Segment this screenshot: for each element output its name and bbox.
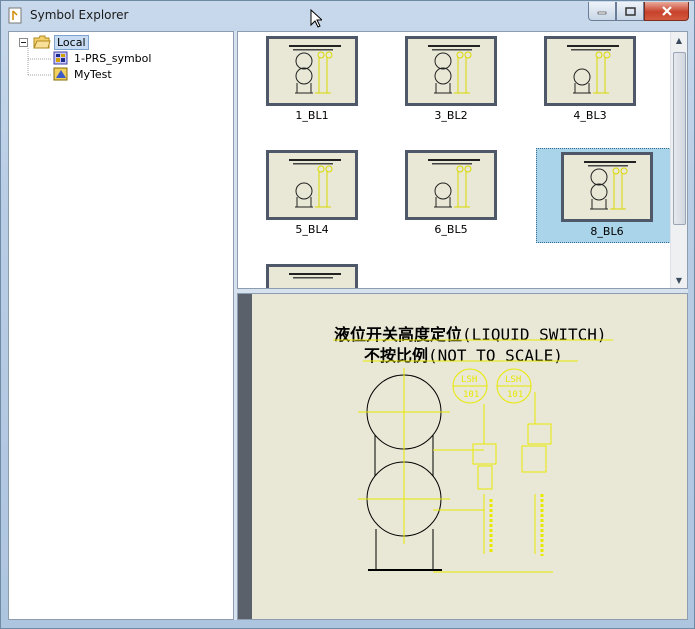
tag-label: 101 (507, 390, 523, 400)
thumbnail-label: 6_BL5 (434, 223, 468, 236)
tag-label: LSH (461, 375, 477, 385)
thumbnail-drawing (269, 39, 355, 103)
symbol-preview: 液位开关高度定位(LIQUID SWITCH) 不按比例(NOT TO SCAL… (237, 293, 688, 620)
thumbnail-drawing (408, 153, 494, 217)
tree-item-label: 1-PRS_symbol (74, 51, 152, 65)
thumbnail-drawing (547, 39, 633, 103)
caption-buttons (588, 2, 689, 21)
thumbnail-label: 8_BL6 (590, 225, 624, 238)
dimension-text (489, 494, 544, 556)
thumbnail-label: 1_BL1 (295, 109, 329, 122)
thumbnail-image (544, 36, 636, 106)
tree-item-label: MyTest (74, 67, 112, 81)
thumbnail-drawing (564, 155, 650, 219)
thumbnail-item[interactable]: 4_BL3 (540, 36, 677, 131)
thumbnail-label: 4_BL3 (573, 109, 607, 122)
thumbnail-label: 3_BL2 (434, 109, 468, 122)
thumbnail-item[interactable]: 1_BL1 (262, 36, 399, 131)
tree-lines (27, 48, 51, 76)
minimize-icon (597, 11, 607, 15)
thumbnail-drawing (408, 39, 494, 103)
thumbnail-image (561, 152, 653, 222)
maximize-button[interactable] (616, 2, 644, 21)
thumbnail-gallery[interactable]: 1_BL1 3_BL2 4_BL3 5_BL4 6_BL5 8_BL6 ▲ ▼ (237, 31, 688, 289)
thumbnail-item[interactable]: 3_BL2 (401, 36, 538, 131)
tag-label: 101 (463, 390, 479, 400)
thumbnail-drawing (269, 267, 355, 288)
thumbnail-image (266, 150, 358, 220)
app-icon (8, 7, 22, 24)
thumbnail-image (405, 150, 497, 220)
client-area: Local 1-PRS_symbol MyTest 1_BL1 3_BL2 4_… (8, 31, 688, 621)
scroll-thumb[interactable] (673, 52, 686, 225)
title-bar[interactable]: Symbol Explorer (1, 1, 694, 31)
thumbnail-image (405, 36, 497, 106)
tag-label: LSH (505, 375, 521, 385)
symbol-explorer-window: Symbol Explorer Local 1-PRS_symbol MyTes… (0, 0, 695, 629)
close-button[interactable] (644, 2, 689, 21)
preview-drawing: LSH 101 LSH 101 (333, 339, 613, 573)
thumbnail-item[interactable]: 6_BL5 (401, 150, 538, 245)
scroll-up-icon[interactable]: ▲ (671, 32, 687, 48)
gallery-scrollbar[interactable]: ▲ ▼ (670, 32, 687, 288)
thumbnail-image (266, 36, 358, 106)
thumbnail-drawing (269, 153, 355, 217)
thumbnail-image (266, 264, 358, 288)
minimize-button[interactable] (588, 2, 616, 21)
thumbnail-item[interactable]: 8_BL6 (536, 148, 673, 243)
maximize-icon (624, 6, 636, 16)
symbol-tree[interactable]: Local 1-PRS_symbol MyTest (8, 31, 234, 620)
thumbnail-item[interactable]: 5_BL4 (262, 150, 399, 245)
close-icon (661, 6, 672, 16)
window-title: Symbol Explorer (30, 8, 129, 22)
mouse-cursor-icon (310, 9, 322, 28)
thumbnail-item[interactable] (262, 264, 399, 288)
thumbnail-label: 5_BL4 (295, 223, 329, 236)
scroll-down-icon[interactable]: ▼ (671, 272, 687, 288)
